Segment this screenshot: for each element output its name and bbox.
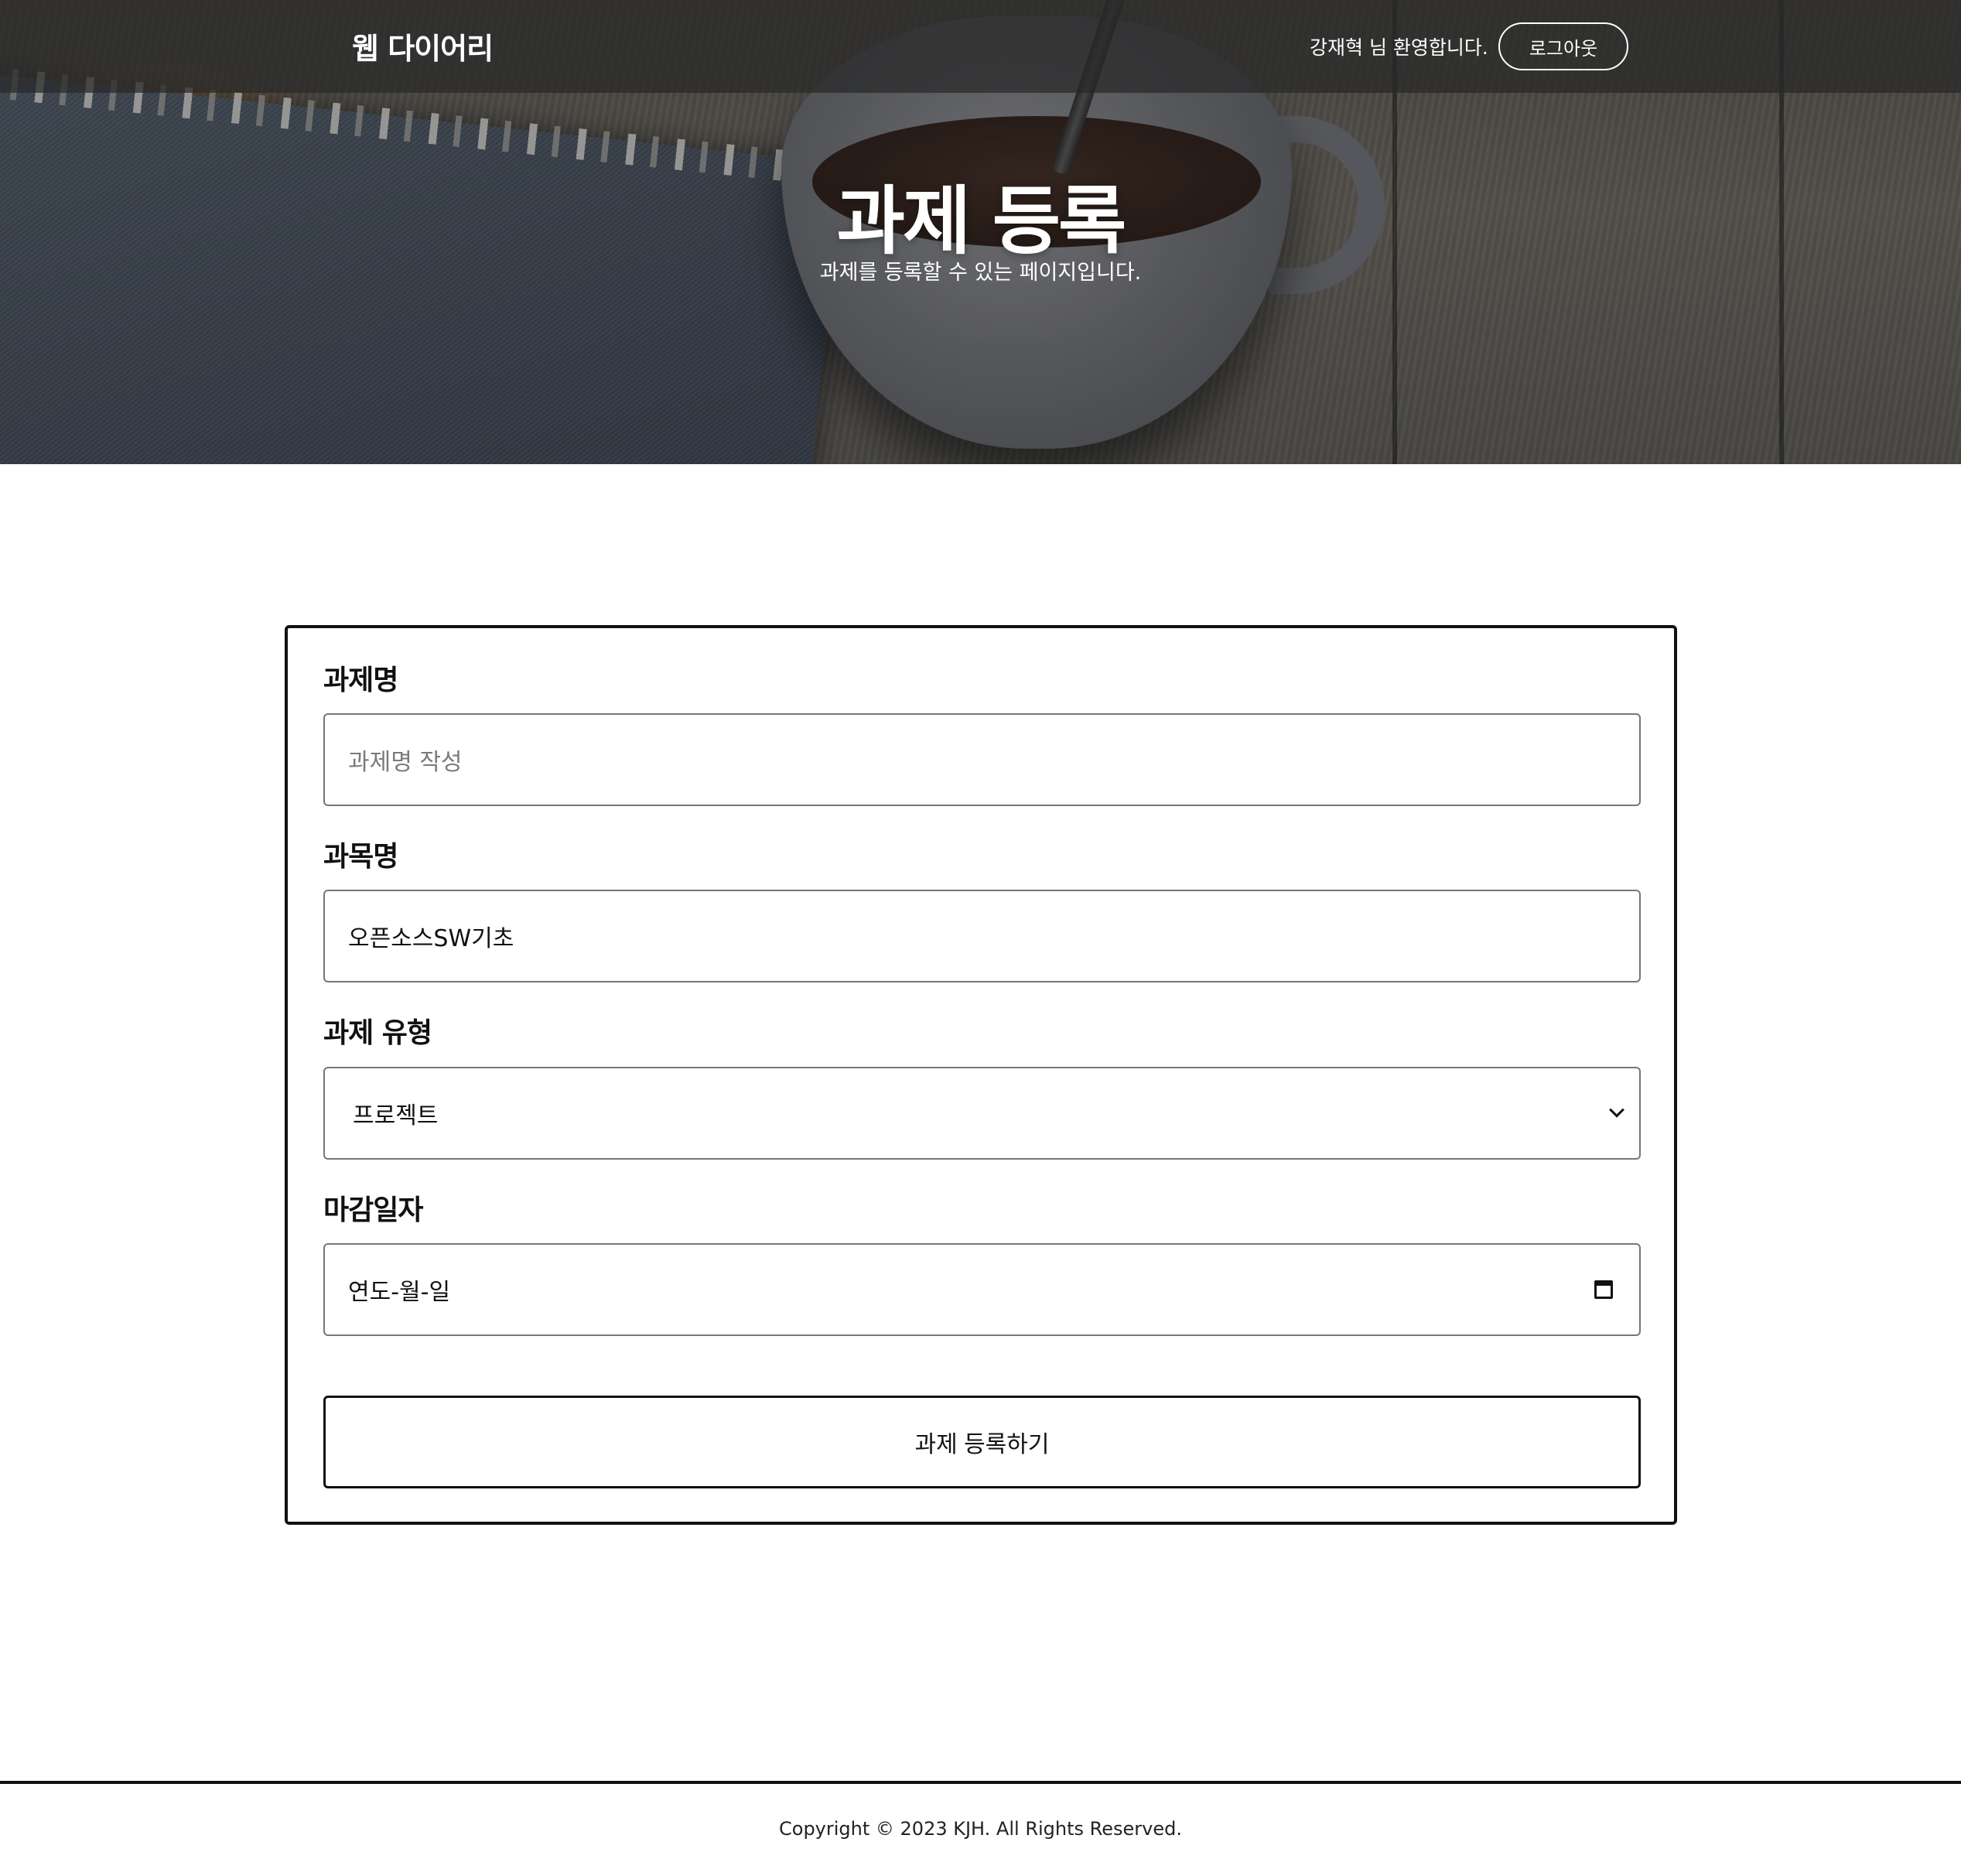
title-label: 과제명 — [323, 665, 398, 696]
brand-link[interactable]: 웹 다이어리 — [352, 25, 494, 67]
navbar: 웹 다이어리 강재혁 님 환영합니다. 로그아웃 — [0, 0, 1961, 93]
welcome-text: 강재혁 님 환영합니다. — [1310, 36, 1488, 59]
title-input-placeholder: 과제명 작성 — [348, 749, 463, 776]
type-label: 과제 유형 — [323, 1017, 432, 1049]
chevron-down-icon — [1609, 1102, 1624, 1119]
calendar-icon[interactable] — [1594, 1280, 1622, 1299]
type-select[interactable]: 프로젝트 — [323, 1067, 1641, 1160]
type-select-value: 프로젝트 — [353, 1102, 439, 1129]
page-subtitle: 과제를 등록할 수 있는 페이지입니다. — [819, 261, 1142, 285]
submit-assignment-button[interactable]: 과제 등록하기 — [323, 1396, 1641, 1488]
due-date-value: 연도-월-일 — [348, 1279, 451, 1306]
subject-input-value: 오픈소스SW기초 — [348, 925, 514, 952]
title-input[interactable]: 과제명 작성 — [323, 713, 1641, 806]
subject-label: 과목명 — [323, 841, 398, 873]
footer-copyright: Copyright © 2023 KJH. All Rights Reserve… — [779, 1818, 1182, 1840]
logout-button[interactable]: 로그아웃 — [1498, 22, 1628, 70]
subject-input[interactable]: 오픈소스SW기초 — [323, 890, 1641, 982]
assignment-form: 과제명 과제명 작성 과목명 오픈소스SW기초 과제 유형 프로젝트 마감일자 … — [285, 625, 1677, 1525]
due-date-input[interactable]: 연도-월-일 — [323, 1243, 1641, 1336]
footer-divider — [0, 1781, 1961, 1784]
due-date-label: 마감일자 — [323, 1194, 423, 1226]
page-title: 과제 등록 — [836, 178, 1127, 265]
